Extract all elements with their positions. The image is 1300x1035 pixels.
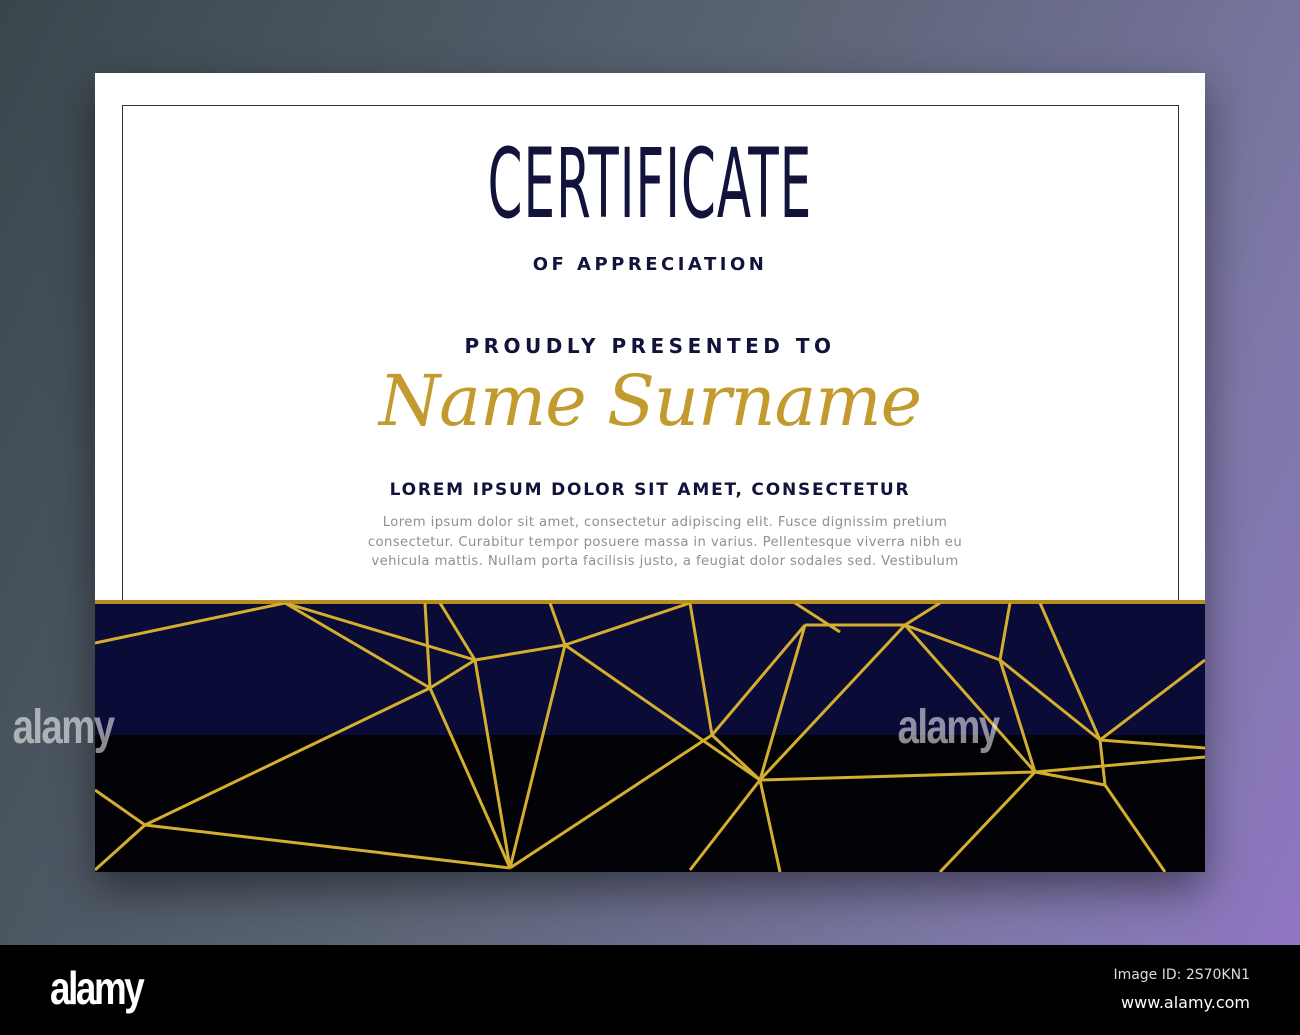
gold-line [758, 779, 782, 872]
gold-line [564, 603, 691, 647]
gold-line [144, 823, 511, 870]
gold-line [688, 603, 714, 736]
gold-line [284, 603, 431, 690]
gold-line [95, 788, 146, 827]
watermark: alamy [12, 701, 115, 754]
tagline: LOREM IPSUM DOLOR SIT AMET, CONSECTETUR [389, 480, 911, 500]
gold-line [998, 603, 1012, 661]
gold-line [1099, 738, 1205, 750]
gold-line [509, 733, 713, 870]
body-line: consectetur. Curabitur tempor posuere ma… [367, 534, 963, 550]
certificate-title: CERTIFICATE [487, 128, 813, 240]
gold-line [429, 658, 476, 690]
gold-line [95, 823, 147, 872]
gold-line [548, 603, 567, 646]
presented-to-label: PROUDLY PRESENTED TO [464, 334, 836, 358]
gold-line [998, 659, 1037, 773]
gold-line [1103, 784, 1167, 872]
gold-line [428, 687, 512, 869]
gold-line [1034, 770, 1106, 787]
gold-line [144, 686, 431, 827]
recipient-name: Name Surname [378, 360, 922, 442]
gold-line [759, 770, 1036, 782]
gold-line [904, 603, 941, 627]
body-line: Lorem ipsum dolor sit amet, consectetur … [382, 515, 948, 530]
watermark: alamy [897, 701, 1000, 754]
footer-bar: alamy Image ID: 2S70KN1 www.alamy.com [0, 945, 1300, 1035]
gold-line [938, 770, 1037, 872]
image-id: Image ID: 2S70KN1 [1113, 967, 1250, 983]
site-url[interactable]: www.alamy.com [1121, 993, 1250, 1012]
gold-line [1099, 658, 1205, 742]
certificate-subtitle: OF APPRECIATION [532, 254, 768, 275]
gold-line [710, 624, 807, 736]
gold-line [1034, 755, 1205, 774]
gold-line [508, 644, 567, 869]
gold-line [95, 603, 286, 645]
alamy-logo: alamy [50, 962, 145, 1014]
gold-line [1038, 603, 1102, 741]
gold-line [473, 659, 512, 869]
gold-line [999, 658, 1101, 742]
body-line: vehicula mattis. Nullam porta facilisis … [371, 554, 959, 569]
gold-line [688, 779, 762, 871]
gold-line [474, 643, 566, 662]
gold-line [1098, 739, 1107, 786]
gold-line [710, 733, 762, 782]
body-text: Lorem ipsum dolor sit amet, consectetur … [320, 513, 1010, 572]
